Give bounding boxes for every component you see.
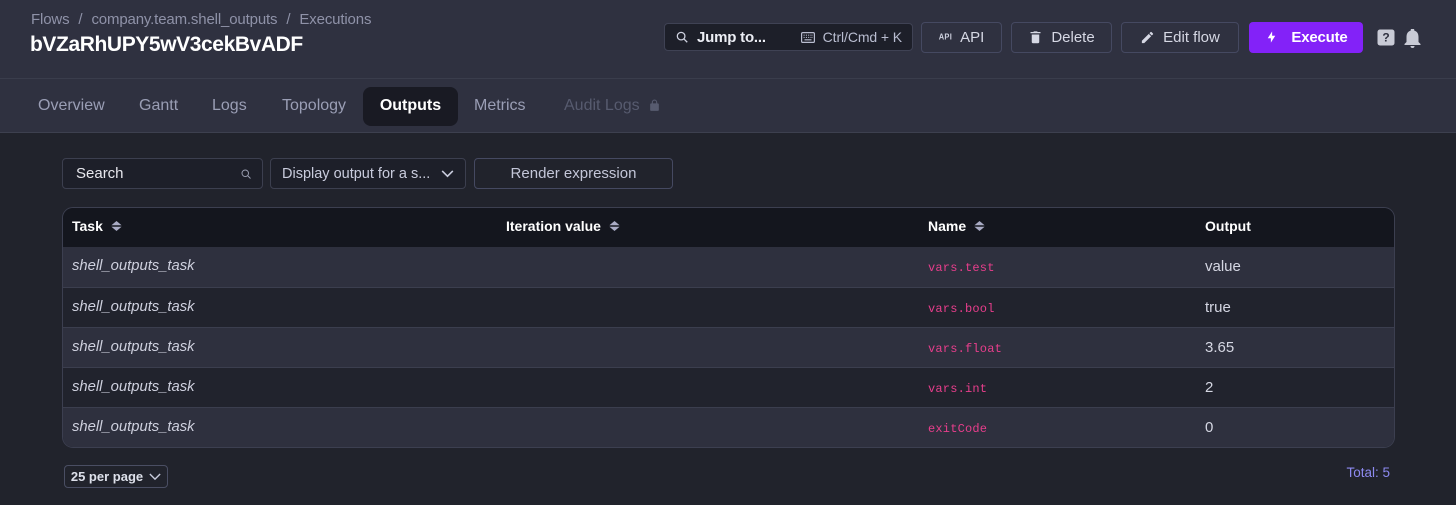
svg-text:?: ? bbox=[1382, 31, 1389, 45]
